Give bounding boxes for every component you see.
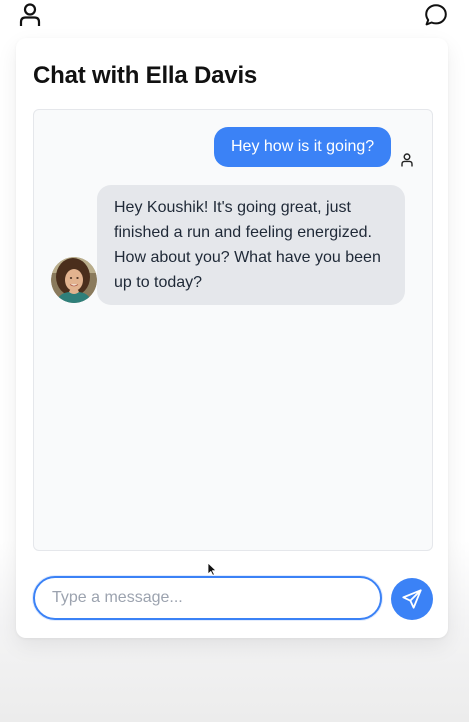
chat-card: Chat with Ella Davis Hey how is it going… — [16, 38, 448, 638]
user-icon — [401, 153, 413, 167]
send-icon — [401, 588, 423, 610]
avatar-ella-davis — [51, 257, 97, 303]
message-input[interactable] — [33, 576, 382, 620]
chat-bubble-icon[interactable] — [424, 3, 448, 27]
outgoing-message-bubble: Hey how is it going? — [214, 127, 392, 167]
top-bar — [0, 0, 469, 34]
message-list[interactable]: Hey how is it going? Hey Koushik! It's g… — [33, 109, 433, 551]
user-icon[interactable] — [18, 3, 42, 27]
chat-title: Chat with Ella Davis — [33, 62, 258, 89]
send-button[interactable] — [391, 578, 433, 620]
mouse-cursor-icon — [207, 562, 217, 576]
incoming-message-bubble: Hey Koushik! It's going great, just fini… — [97, 185, 405, 305]
message-composer — [33, 576, 433, 622]
